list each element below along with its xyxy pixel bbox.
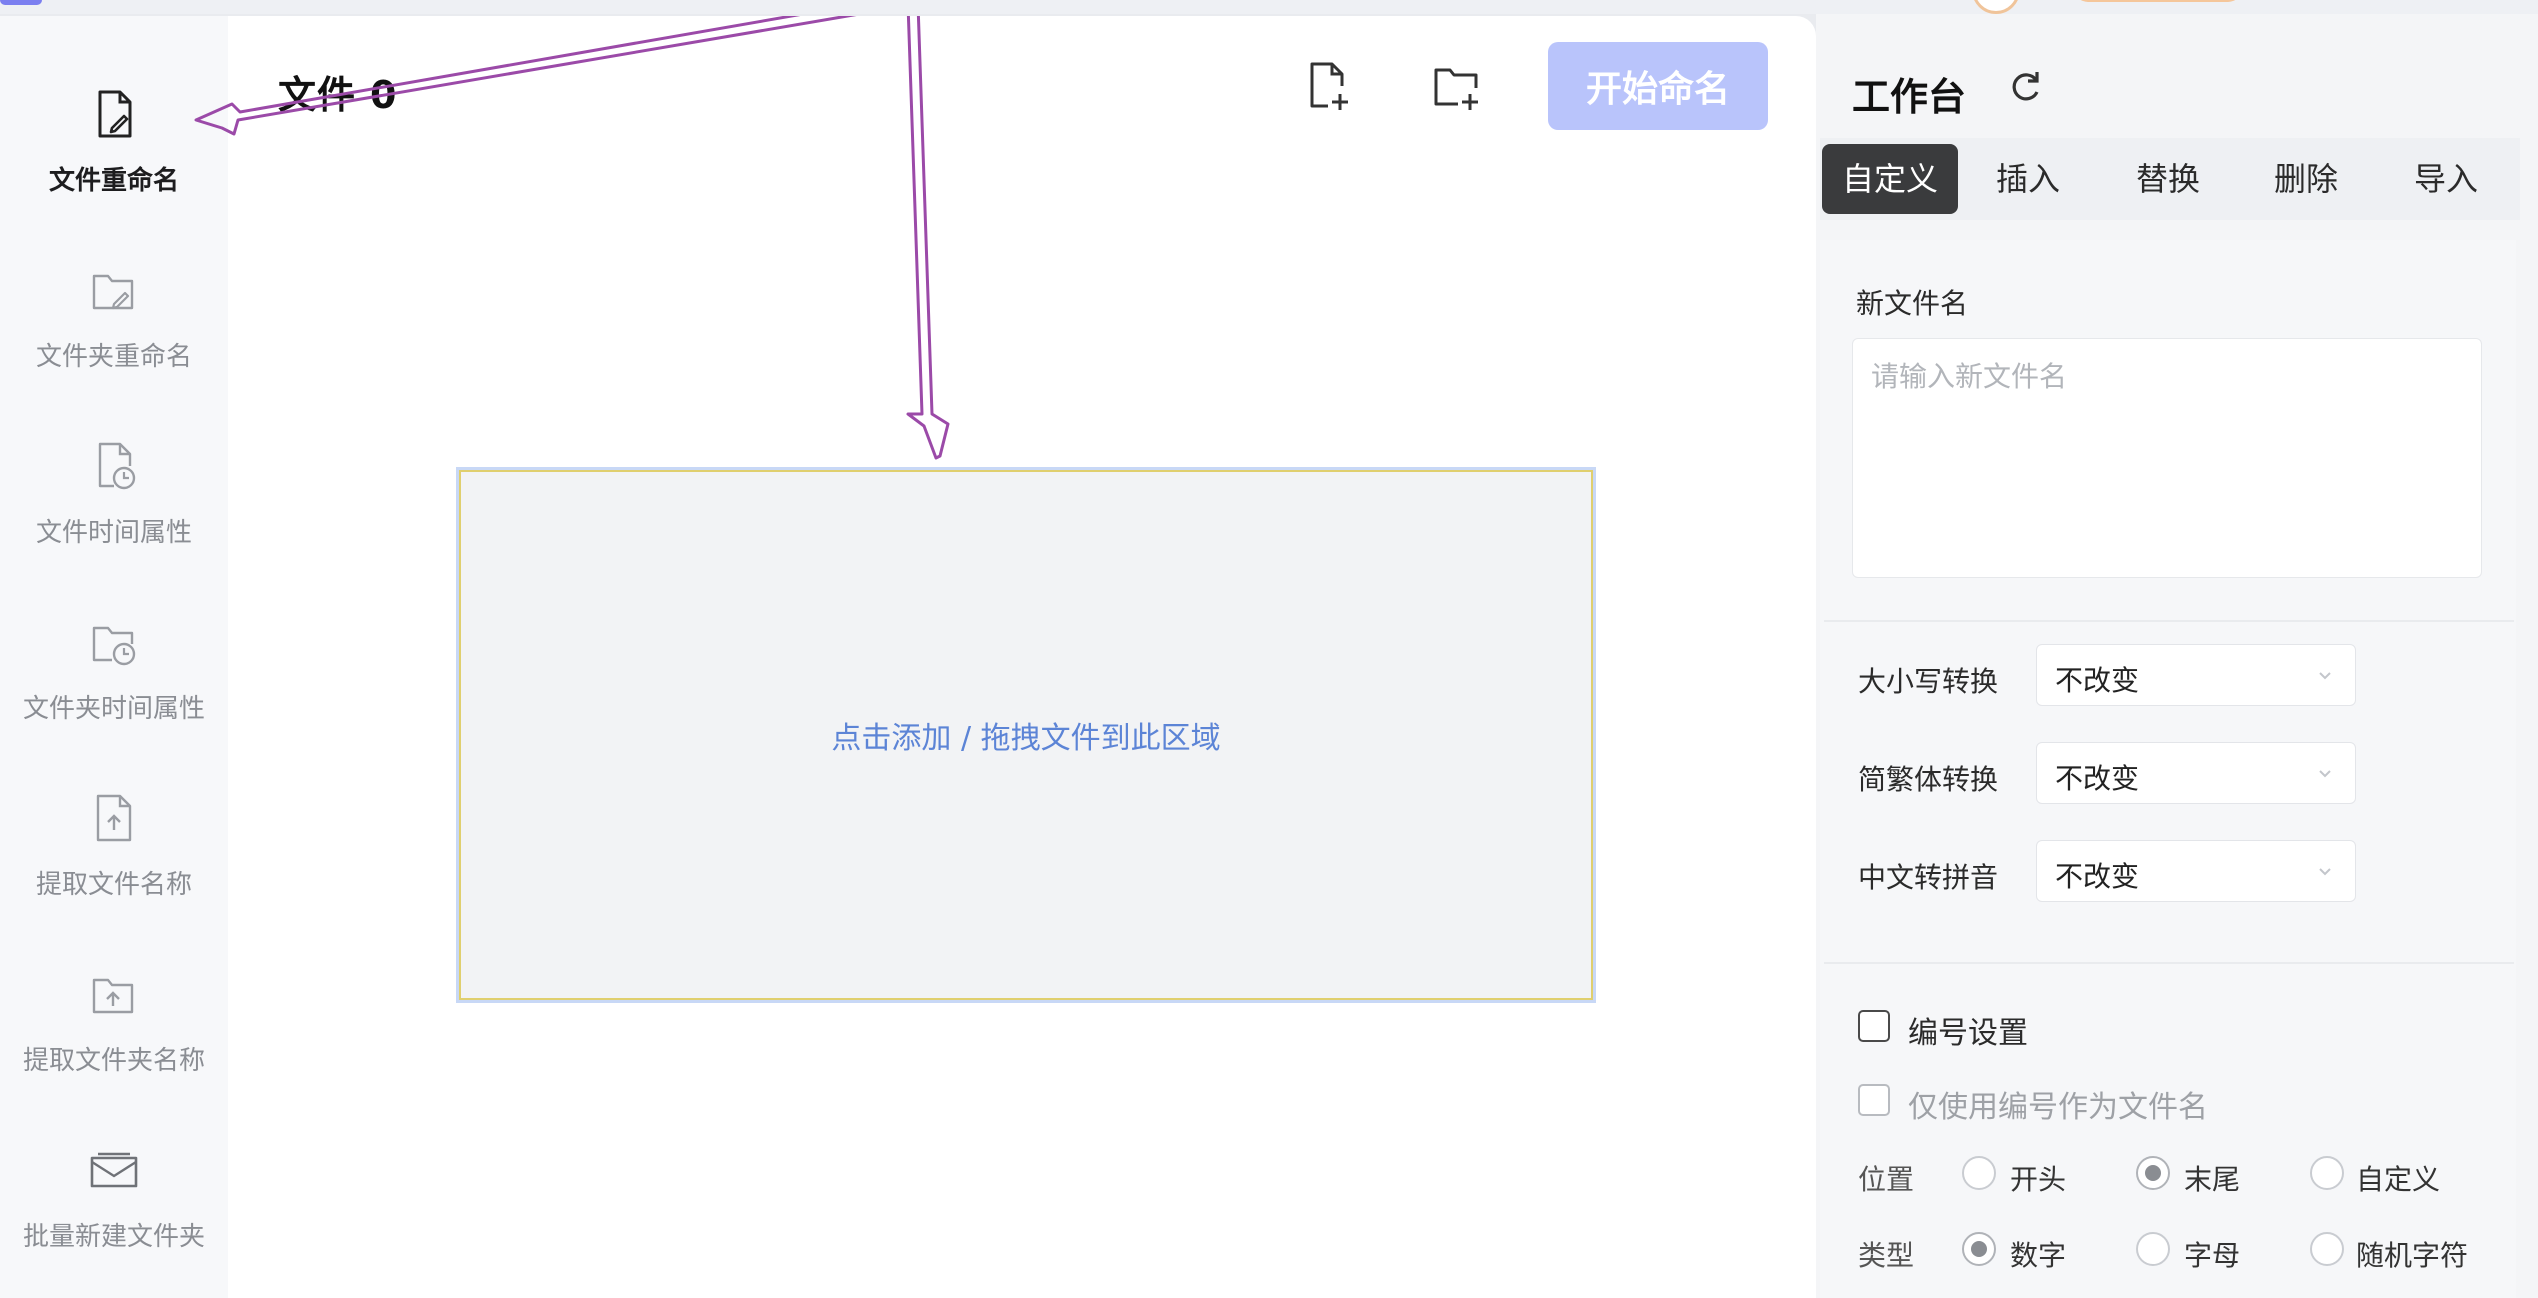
type-label: 类型 xyxy=(1858,1239,1915,1272)
pinyin-value: 不改变 xyxy=(2055,860,2140,893)
avatar[interactable] xyxy=(1972,0,2020,14)
workbench-title: 工作台 xyxy=(1852,75,1967,119)
sidebar-item-label: 提取文件夹名称 xyxy=(22,1046,205,1076)
type-letter-radio[interactable] xyxy=(2136,1232,2170,1266)
file-upload-icon xyxy=(84,788,144,848)
start-rename-button[interactable]: 开始命名 xyxy=(1548,42,1768,130)
folder-clock-icon xyxy=(84,612,144,672)
refresh-icon[interactable] xyxy=(2006,66,2046,106)
position-label: 位置 xyxy=(1858,1163,1915,1196)
simp-trad-value: 不改变 xyxy=(2055,762,2140,795)
new-name-input[interactable] xyxy=(1852,338,2482,578)
add-folder-icon[interactable] xyxy=(1430,56,1486,116)
drop-zone-text: 点击添加 / 拖拽文件到此区域 xyxy=(831,721,1221,756)
workbench-custom-panel: 新文件名 大小写转换 不改变 简繁体转换 不改变 中文转拼音 不改变 编号设置 … xyxy=(1820,240,2516,1298)
divider xyxy=(1824,962,2514,964)
folder-batch-icon xyxy=(84,1140,144,1200)
sidebar-item-label: 文件时间属性 xyxy=(35,518,192,548)
position-end-label: 末尾 xyxy=(2184,1163,2241,1196)
type-random-radio[interactable] xyxy=(2310,1232,2344,1266)
simp-trad-select[interactable]: 不改变 xyxy=(2036,742,2356,804)
folder-edit-icon xyxy=(84,260,144,320)
numbering-label: 编号设置 xyxy=(1908,1016,2028,1051)
position-end-radio[interactable] xyxy=(2136,1156,2170,1190)
workbench-tabs: 自定义 插入 替换 删除 导入 xyxy=(1820,138,2520,220)
sidebar-item-label: 文件重命名 xyxy=(48,166,179,196)
add-file-icon[interactable] xyxy=(1302,56,1358,116)
file-drop-zone[interactable]: 点击添加 / 拖拽文件到此区域 xyxy=(459,470,1593,1000)
new-name-label: 新文件名 xyxy=(1856,287,1969,320)
sidebar-item-label: 文件夹重命名 xyxy=(35,342,192,372)
simp-trad-label: 简繁体转换 xyxy=(1858,763,1999,796)
sidebar-item-folder-time[interactable]: 文件夹时间属性 xyxy=(0,604,228,754)
tab-import[interactable]: 导入 xyxy=(2386,144,2506,214)
workbench-panel: 工作台 自定义 插入 替换 删除 导入 新文件名 大小写转换 不改变 简繁体转换… xyxy=(1816,14,2538,1298)
sidebar-item-batch-new-folders[interactable]: 批量新建文件夹 xyxy=(0,1132,228,1282)
pinyin-label: 中文转拼音 xyxy=(1858,861,1999,894)
app-badge xyxy=(0,0,42,5)
sidebar-item-file-time[interactable]: 文件时间属性 xyxy=(0,428,228,578)
files-title-text: 文件 xyxy=(278,73,357,117)
folder-upload-icon xyxy=(84,964,144,1024)
only-number-checkbox[interactable] xyxy=(1858,1084,1890,1116)
file-clock-icon xyxy=(84,436,144,496)
type-letter-label: 字母 xyxy=(2184,1239,2241,1272)
type-number-radio[interactable] xyxy=(1962,1232,1996,1266)
only-number-label: 仅使用编号作为文件名 xyxy=(1908,1090,2208,1125)
file-count: 0 xyxy=(370,73,398,117)
sidebar-item-extract-folder-names[interactable]: 提取文件夹名称 xyxy=(0,956,228,1106)
sidebar-item-file-rename[interactable]: 文件重命名 xyxy=(0,76,228,226)
sidebar: 文件重命名 文件夹重命名 文件时间属性 文件夹时间属性 提取文件名称 提取文件夹… xyxy=(0,16,228,1298)
sidebar-item-folder-rename[interactable]: 文件夹重命名 xyxy=(0,252,228,402)
tab-custom[interactable]: 自定义 xyxy=(1822,144,1958,214)
sidebar-item-label: 批量新建文件夹 xyxy=(22,1222,205,1252)
tab-insert[interactable]: 插入 xyxy=(1968,144,2088,214)
chevron-down-icon xyxy=(2319,868,2331,876)
tab-delete[interactable]: 删除 xyxy=(2246,144,2366,214)
type-number-label: 数字 xyxy=(2010,1239,2067,1272)
tab-replace[interactable]: 替换 xyxy=(2108,144,2228,214)
chevron-down-icon xyxy=(2319,770,2331,778)
case-convert-value: 不改变 xyxy=(2055,664,2140,697)
file-edit-icon xyxy=(84,84,144,144)
case-convert-select[interactable]: 不改变 xyxy=(2036,644,2356,706)
chevron-down-icon xyxy=(2319,672,2331,680)
vip-pill[interactable] xyxy=(2074,0,2242,2)
type-random-label: 随机字符 xyxy=(2356,1239,2469,1272)
position-start-label: 开头 xyxy=(2010,1163,2067,1196)
main-card: 文件重命名 文件夹重命名 文件时间属性 文件夹时间属性 提取文件名称 提取文件夹… xyxy=(0,16,1816,1298)
case-convert-label: 大小写转换 xyxy=(1858,665,1999,698)
sidebar-item-extract-file-names[interactable]: 提取文件名称 xyxy=(0,780,228,930)
top-strip xyxy=(0,0,2538,14)
sidebar-item-label: 文件夹时间属性 xyxy=(22,694,205,724)
sidebar-item-label: 提取文件名称 xyxy=(35,870,192,900)
page-title: 文件 0 xyxy=(278,64,397,119)
position-start-radio[interactable] xyxy=(1962,1156,1996,1190)
arrow-to-dropzone xyxy=(906,16,950,460)
position-custom-label: 自定义 xyxy=(2356,1163,2441,1196)
divider xyxy=(1824,620,2514,622)
position-custom-radio[interactable] xyxy=(2310,1156,2344,1190)
numbering-checkbox[interactable] xyxy=(1858,1010,1890,1042)
pinyin-select[interactable]: 不改变 xyxy=(2036,840,2356,902)
